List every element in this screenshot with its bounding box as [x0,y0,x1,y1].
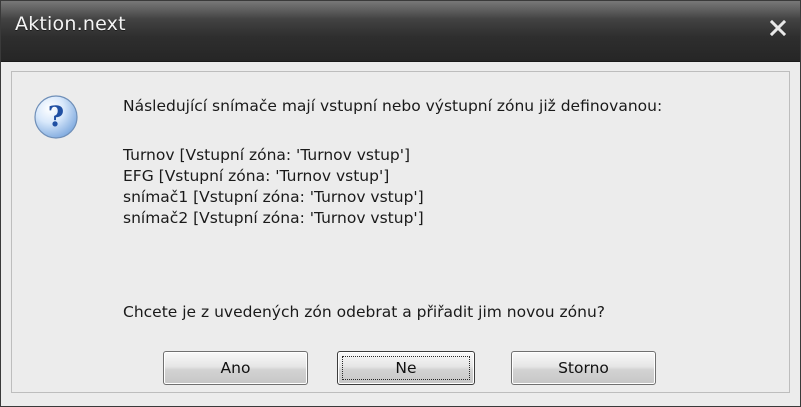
question-icon: ? [34,95,78,139]
list-item: snímač2 [Vstupní zóna: 'Turnov vstup'] [123,209,424,227]
no-button[interactable]: Ne [337,351,475,385]
list-item: snímač1 [Vstupní zóna: 'Turnov vstup'] [123,188,424,206]
focus-rectangle [342,356,470,380]
cancel-button[interactable]: Storno [511,351,656,385]
title-bar[interactable]: Aktion.next [1,1,800,62]
window-title: Aktion.next [15,13,126,35]
svg-text:?: ? [48,100,64,133]
yes-button[interactable]: Ano [163,351,308,385]
dialog-client-area [11,71,790,393]
message-text: Následující snímače mají vstupní nebo vý… [123,97,663,115]
dialog-window: Aktion.next ? Následující snímače mají v… [0,0,801,407]
question-text: Chcete je z uvedených zón odebrat a přiř… [123,303,606,321]
cancel-button-label: Storno [558,359,609,377]
sensor-list: Turnov [Vstupní zóna: 'Turnov vstup'] EF… [123,145,424,229]
close-button[interactable] [764,15,792,41]
list-item: EFG [Vstupní zóna: 'Turnov vstup'] [123,167,390,185]
close-icon [770,20,786,36]
list-item: Turnov [Vstupní zóna: 'Turnov vstup'] [123,146,411,164]
yes-button-label: Ano [220,359,251,377]
